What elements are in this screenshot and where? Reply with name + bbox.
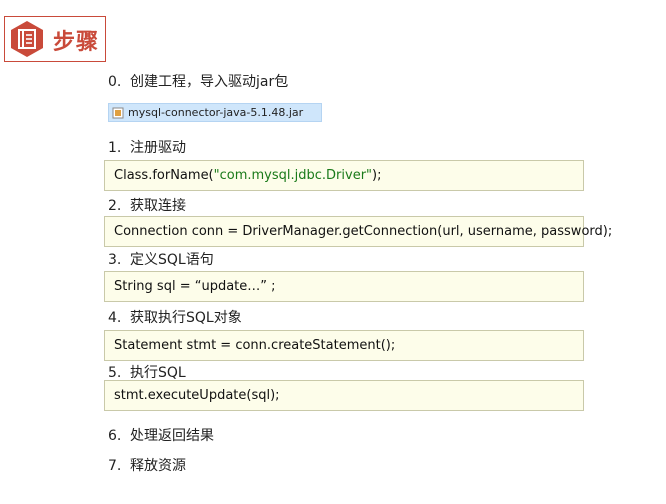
- code-get-connection: Connection conn = DriverManager.getConne…: [104, 216, 612, 247]
- code-register-driver: Class.forName("com.mysql.jdbc.Driver");: [104, 160, 584, 191]
- step-6: 6. 处理返回结果: [108, 428, 214, 444]
- step-4: 4. 获取执行SQL对象: [108, 310, 242, 326]
- document-hexagon-icon: [11, 21, 43, 57]
- step-7: 7. 释放资源: [108, 458, 186, 474]
- jar-file-name: mysql-connector-java-5.1.48.jar: [128, 106, 304, 119]
- jar-file-item[interactable]: mysql-connector-java-5.1.48.jar: [108, 103, 322, 122]
- section-header: 步骤: [4, 16, 106, 62]
- jar-file-icon: [112, 107, 124, 118]
- step-5: 5. 执行SQL: [108, 365, 186, 381]
- step-3: 3. 定义SQL语句: [108, 252, 214, 268]
- code-define-sql: String sql = “update…” ;: [104, 271, 584, 302]
- step-0: 0. 创建工程，导入驱动jar包: [108, 74, 289, 90]
- step-2: 2. 获取连接: [108, 198, 186, 214]
- code-execute-update: stmt.executeUpdate(sql);: [104, 380, 584, 411]
- code-create-statement: Statement stmt = conn.createStatement();: [104, 330, 584, 361]
- step-1: 1. 注册驱动: [108, 140, 186, 156]
- page-title: 步骤: [53, 30, 100, 55]
